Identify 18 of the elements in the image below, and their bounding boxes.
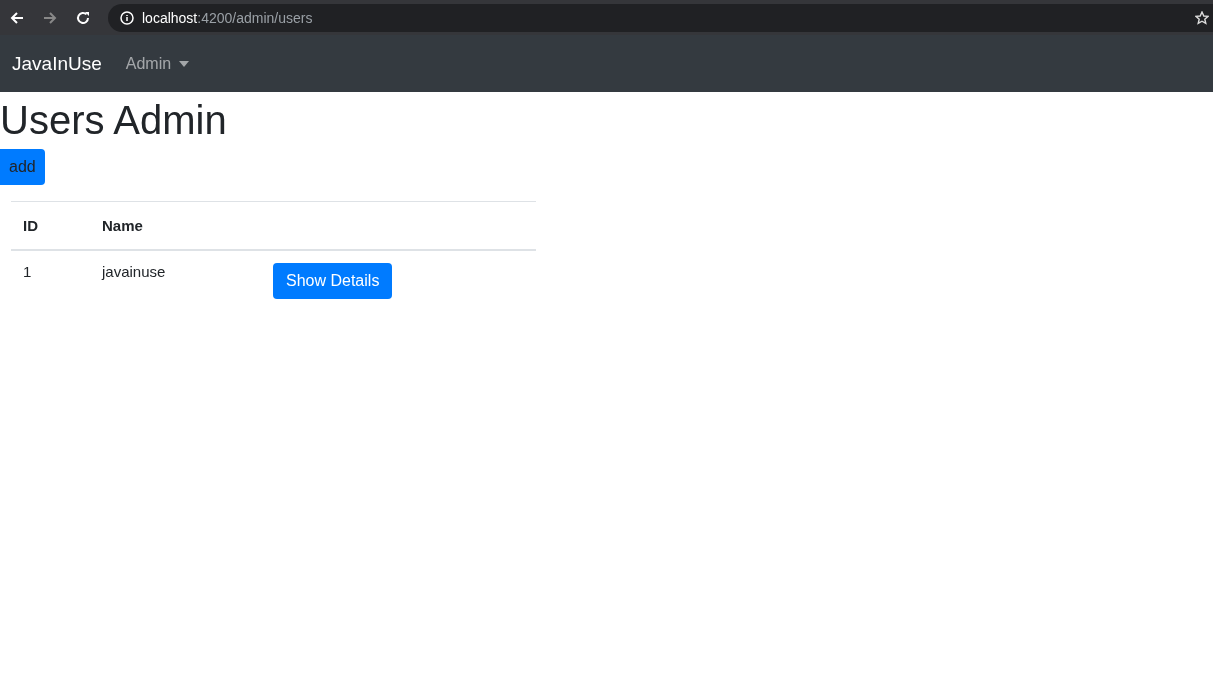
show-details-button[interactable]: Show Details: [273, 263, 393, 299]
brand-link[interactable]: JavaInUse: [12, 52, 102, 75]
back-icon[interactable]: [9, 9, 25, 26]
add-button[interactable]: add: [0, 149, 45, 185]
page-title: Users Admin: [0, 98, 228, 142]
admin-dropdown[interactable]: Admin: [125, 54, 190, 73]
bookmark-star-icon[interactable]: [1195, 10, 1209, 25]
column-header: ID: [23, 217, 38, 234]
forward-icon[interactable]: [42, 9, 58, 26]
table-cell: javainuse: [102, 263, 166, 280]
reload-icon[interactable]: [75, 9, 91, 26]
url-path: :4200/admin/users: [197, 9, 313, 26]
address-bar[interactable]: localhost:4200/admin/users: [108, 3, 1213, 32]
column-header: Name: [102, 217, 143, 234]
caret-icon: [179, 60, 190, 67]
info-icon[interactable]: [120, 10, 134, 25]
table-cell: 1: [23, 263, 32, 280]
url-host: localhost: [142, 9, 198, 26]
